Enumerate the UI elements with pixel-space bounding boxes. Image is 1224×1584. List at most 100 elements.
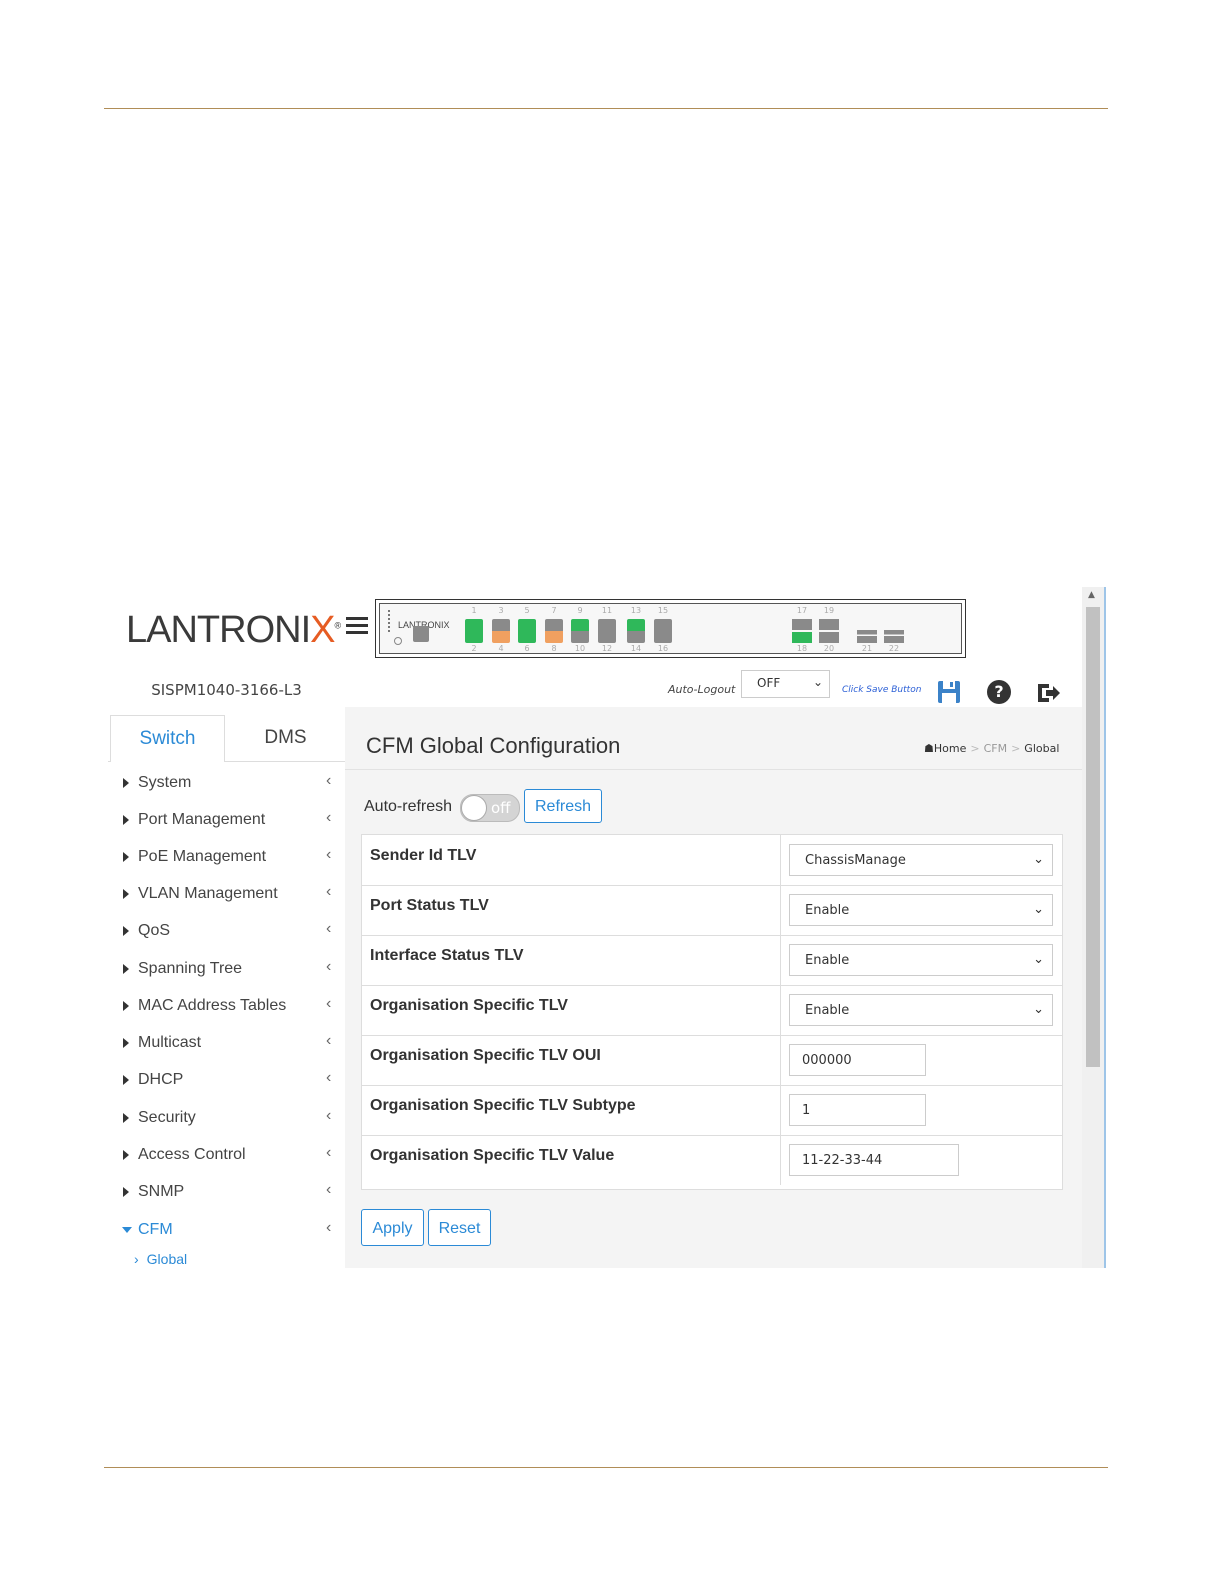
sidebar-item-poe-management[interactable]: PoE Management ‹ <box>108 844 345 874</box>
row-label: Organisation Specific TLV OUI <box>370 1047 601 1064</box>
title-divider <box>345 769 1082 770</box>
chevron-left-icon: ‹ <box>326 1181 332 1198</box>
sidebar-item-security[interactable]: Security ‹ <box>108 1105 345 1135</box>
panel-dots <box>388 610 393 632</box>
sidebar-item-multicast[interactable]: Multicast ‹ <box>108 1030 345 1060</box>
ethernet-port[interactable] <box>654 619 672 643</box>
ethernet-port[interactable] <box>492 619 510 643</box>
chevron-down-icon: ⌄ <box>1033 852 1044 867</box>
sidebar-item-port-management[interactable]: Port Management ‹ <box>108 807 345 837</box>
tab-dms[interactable]: DMS <box>226 715 345 761</box>
switch-front-panel: LANTRONIX 1 2 3 4 5 6 7 8 9 10 11 12 13 14 15 16 17 18 19 2… <box>375 599 966 658</box>
caret-down-icon <box>122 1227 132 1233</box>
chevron-left-icon: ‹ <box>326 1069 332 1086</box>
logout-icon[interactable] <box>1035 681 1061 705</box>
caret-right-icon <box>123 1187 129 1197</box>
ethernet-port[interactable] <box>518 619 536 643</box>
chevron-down-icon: ⌄ <box>1033 1002 1044 1017</box>
ethernet-port[interactable] <box>598 619 616 643</box>
sfp-port[interactable] <box>884 630 904 643</box>
port-number: 12 <box>601 644 613 653</box>
sidebar-item-spanning-tree[interactable]: Spanning Tree ‹ <box>108 956 345 986</box>
org-specific-tlv-oui-input[interactable]: 000000 <box>789 1044 926 1076</box>
mgmt-port <box>413 626 429 642</box>
cfm-config-table: Sender Id TLV ChassisManage ⌄ Port Status… <box>361 834 1063 1190</box>
refresh-button[interactable]: Refresh <box>524 789 602 823</box>
apply-button[interactable]: Apply <box>361 1209 424 1246</box>
chevron-left-icon: ‹ <box>326 809 332 826</box>
sidebar-item-mac-address-tables[interactable]: MAC Address Tables ‹ <box>108 993 345 1023</box>
lantronix-logo: LANTRONIX® <box>126 609 341 651</box>
reset-button[interactable]: Reset <box>428 1209 491 1246</box>
save-icon[interactable] <box>938 681 960 703</box>
port-status-tlv-select[interactable]: Enable ⌄ <box>789 894 1053 926</box>
port-number: 2 <box>471 644 477 653</box>
auto-refresh-toggle[interactable]: off <box>460 794 520 822</box>
breadcrumb-current: Global <box>1024 742 1060 755</box>
sidebar-item-system[interactable]: System ‹ <box>108 770 345 800</box>
port-number: 17 <box>796 606 808 615</box>
org-specific-tlv-select[interactable]: Enable ⌄ <box>789 994 1053 1026</box>
chevron-left-icon: ‹ <box>326 920 332 937</box>
caret-right-icon <box>123 778 129 788</box>
panel-led-icon <box>394 637 402 645</box>
ethernet-port[interactable] <box>465 619 483 643</box>
auto-logout-select[interactable]: OFF ⌄ <box>741 670 830 698</box>
screenshot-window: LANTRONIX® SISPM1040-3166-L3 Switch DMS … <box>108 587 1106 1268</box>
caret-right-icon <box>123 1150 129 1160</box>
home-icon: ☗ <box>924 742 934 755</box>
port-number: 4 <box>498 644 504 653</box>
header-rule <box>104 108 1108 109</box>
sfp-port[interactable] <box>819 619 839 643</box>
save-hint-link[interactable]: Click Save Button <box>842 685 921 695</box>
chevron-right-icon: › <box>134 1251 139 1267</box>
sidebar-item-snmp[interactable]: SNMP ‹ <box>108 1179 345 1209</box>
table-row: Organisation Specific TLV Value 11-22-33… <box>362 1135 1062 1185</box>
auto-logout-label: Auto-Logout <box>668 683 736 696</box>
org-specific-tlv-value-input[interactable]: 11-22-33-44 <box>789 1144 959 1176</box>
table-row: Organisation Specific TLV OUI 000000 <box>362 1035 1062 1086</box>
table-row: Interface Status TLV Enable ⌄ <box>362 935 1062 986</box>
caret-right-icon <box>123 964 129 974</box>
port-number: 19 <box>823 606 835 615</box>
port-number: 8 <box>551 644 557 653</box>
sidebar-item-qos[interactable]: QoS ‹ <box>108 918 345 948</box>
sidebar-item-vlan-management[interactable]: VLAN Management ‹ <box>108 881 345 911</box>
port-number: 11 <box>601 606 613 615</box>
sidebar-item-access-control[interactable]: Access Control ‹ <box>108 1142 345 1172</box>
help-icon[interactable]: ? <box>987 680 1011 704</box>
breadcrumb: ☗Home > CFM > Global <box>924 742 1060 755</box>
sidebar-item-dhcp[interactable]: DHCP ‹ <box>108 1067 345 1097</box>
interface-status-tlv-select[interactable]: Enable ⌄ <box>789 944 1053 976</box>
ethernet-port[interactable] <box>627 619 645 643</box>
vertical-scrollbar[interactable]: ▲ <box>1082 587 1104 1268</box>
row-label: Interface Status TLV <box>370 947 524 964</box>
caret-right-icon <box>123 815 129 825</box>
chevron-down-icon: ⌄ <box>1033 902 1044 917</box>
port-number: 21 <box>861 644 873 653</box>
tab-switch[interactable]: Switch <box>110 715 225 762</box>
chevron-left-icon: ‹ <box>326 958 332 975</box>
ethernet-port[interactable] <box>571 619 589 643</box>
port-number: 1 <box>471 606 477 615</box>
port-number: 3 <box>498 606 504 615</box>
table-row: Sender Id TLV ChassisManage ⌄ <box>362 835 1062 886</box>
menu-toggle-icon[interactable] <box>346 617 368 635</box>
breadcrumb-home[interactable]: Home <box>934 742 966 755</box>
chevron-left-icon: ‹ <box>326 995 332 1012</box>
sidebar-item-cfm[interactable]: CFM ‹ <box>108 1217 345 1247</box>
org-specific-tlv-subtype-input[interactable]: 1 <box>789 1094 926 1126</box>
row-label: Organisation Specific TLV <box>370 997 568 1014</box>
port-number: 9 <box>577 606 583 615</box>
sfp-port[interactable] <box>792 619 812 643</box>
ethernet-port[interactable] <box>545 619 563 643</box>
breadcrumb-cfm[interactable]: CFM <box>984 742 1008 755</box>
port-number: 16 <box>657 644 669 653</box>
scrollbar-thumb[interactable] <box>1086 607 1100 1067</box>
sfp-port[interactable] <box>857 630 877 643</box>
sender-id-tlv-select[interactable]: ChassisManage ⌄ <box>789 844 1053 876</box>
sidebar-subitem-global[interactable]: › Global <box>134 1251 187 1267</box>
sidebar: LANTRONIX® SISPM1040-3166-L3 Switch DMS … <box>108 587 345 1268</box>
table-row: Port Status TLV Enable ⌄ <box>362 885 1062 936</box>
scroll-up-icon[interactable]: ▲ <box>1088 590 1095 600</box>
